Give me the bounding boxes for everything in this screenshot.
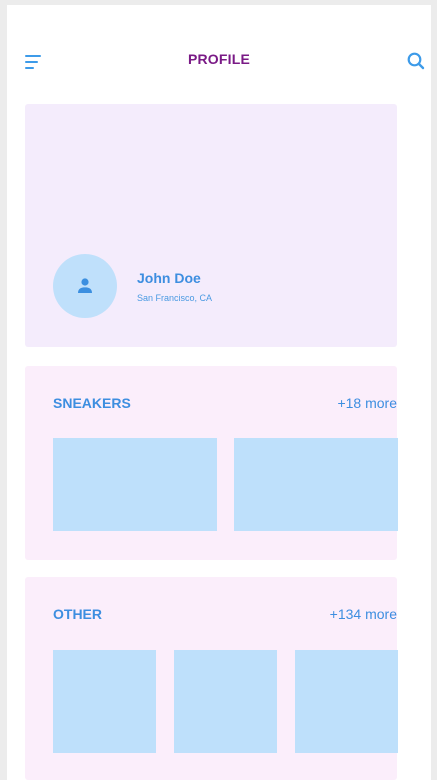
- other-thumbnail[interactable]: [53, 650, 156, 753]
- app-header: PROFILE: [7, 5, 431, 105]
- other-section: OTHER +134 more: [25, 577, 398, 780]
- section-title-other: OTHER: [53, 606, 102, 622]
- sneakers-section: SNEAKERS +18 more: [25, 366, 398, 560]
- search-icon: [407, 52, 425, 70]
- user-location: San Francisco, CA: [137, 293, 213, 303]
- sneaker-thumbnail[interactable]: [53, 438, 217, 531]
- user-name: John Doe: [137, 270, 201, 286]
- person-icon: [78, 278, 92, 293]
- section-title-sneakers: SNEAKERS: [53, 395, 131, 411]
- other-thumbnail[interactable]: [174, 650, 277, 753]
- avatar[interactable]: [53, 254, 117, 318]
- profile-card: John Doe San Francisco, CA: [25, 104, 397, 347]
- search-button[interactable]: [404, 49, 428, 73]
- sneaker-thumbnail[interactable]: [234, 438, 398, 531]
- other-thumbnail[interactable]: [295, 650, 398, 753]
- other-more-link[interactable]: +134 more: [330, 606, 397, 622]
- profile-screen: PROFILE John Doe San Francisco, CA SNEAK…: [7, 5, 431, 780]
- sneakers-more-link[interactable]: +18 more: [337, 395, 397, 411]
- page-title: PROFILE: [187, 51, 251, 67]
